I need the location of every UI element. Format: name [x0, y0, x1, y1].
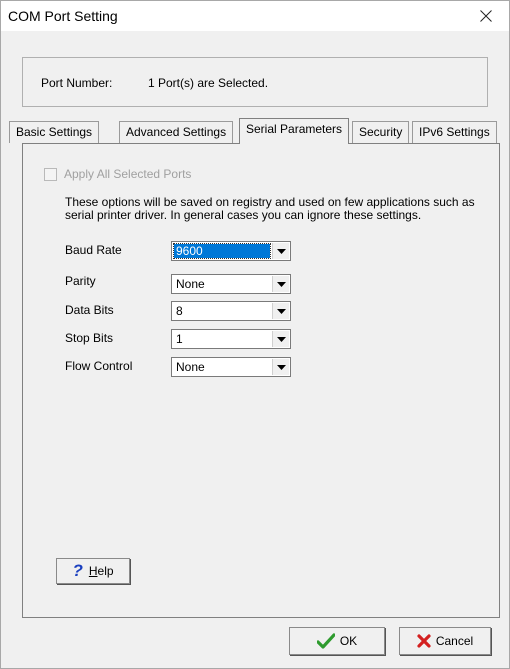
help-button[interactable]: ? Help [56, 558, 130, 584]
window-title: COM Port Setting [8, 8, 118, 24]
tab-label: Advanced Settings [126, 125, 227, 139]
tab-label: Security [359, 125, 403, 139]
dropdown-button[interactable] [272, 359, 289, 375]
tab-basic-settings[interactable]: Basic Settings [9, 121, 100, 143]
chevron-down-icon [276, 248, 286, 254]
port-number-group: Port Number: 1 Port(s) are Selected. [22, 57, 488, 107]
cancel-button[interactable]: Cancel [399, 627, 491, 655]
description-text: These options will be saved on registry … [65, 195, 475, 222]
title-bar: COM Port Setting [1, 1, 509, 31]
chevron-down-icon [276, 308, 286, 314]
parity-label: Parity [65, 274, 96, 288]
help-question-icon: ? [72, 561, 83, 580]
apply-all-checkbox[interactable] [44, 167, 57, 181]
ok-label: OK [339, 634, 358, 648]
data-bits-value: 8 [176, 304, 183, 318]
tab-advanced-settings[interactable]: Advanced Settings [119, 121, 234, 143]
ok-button[interactable]: OK [289, 627, 385, 655]
flow-control-select[interactable]: None [171, 357, 291, 377]
help-button-label: Help [89, 564, 114, 578]
dropdown-button[interactable] [272, 331, 289, 347]
x-icon [417, 634, 431, 648]
flow-control-label: Flow Control [65, 359, 133, 373]
parity-value: None [176, 277, 205, 291]
parity-select[interactable]: None [171, 274, 291, 294]
cancel-label: Cancel [435, 634, 474, 648]
port-number-label: Port Number: [41, 76, 113, 90]
chevron-down-icon [276, 364, 286, 370]
chevron-down-icon [276, 336, 286, 342]
tab-ipv6-settings[interactable]: IPv6 Settings [412, 121, 497, 143]
com-port-setting-dialog: COM Port Setting Port Number: 1 Port(s) … [0, 0, 510, 669]
tab-label: IPv6 Settings [419, 125, 490, 139]
data-bits-label: Data Bits [65, 303, 114, 317]
stop-bits-label: Stop Bits [65, 331, 114, 345]
port-number-value: 1 Port(s) are Selected. [148, 76, 269, 90]
serial-parameters-panel: Apply All Selected Ports These options w… [22, 143, 500, 618]
tab-label: Serial Parameters [246, 122, 343, 136]
close-button[interactable] [463, 1, 509, 31]
help-accelerator: H [88, 564, 98, 578]
checkmark-icon [316, 633, 335, 649]
apply-all-label: Apply All Selected Ports [64, 167, 192, 181]
tab-serial-parameters[interactable]: Serial Parameters [239, 118, 350, 144]
stop-bits-value: 1 [176, 332, 183, 346]
help-label-rest: elp [97, 564, 114, 578]
chevron-down-icon [276, 281, 286, 287]
baud-rate-select[interactable]: 9600 [171, 241, 291, 261]
apply-all-checkbox-row[interactable]: Apply All Selected Ports [44, 167, 191, 181]
baud-rate-label: Baud Rate [65, 243, 122, 257]
tab-security[interactable]: Security [352, 121, 410, 143]
dropdown-button[interactable] [272, 303, 289, 319]
flow-control-value: None [176, 360, 205, 374]
stop-bits-select[interactable]: 1 [171, 329, 291, 349]
dropdown-button[interactable] [272, 243, 289, 259]
close-icon [480, 10, 492, 22]
data-bits-select[interactable]: 8 [171, 301, 291, 321]
baud-rate-value: 9600 [173, 243, 271, 259]
dropdown-button[interactable] [272, 276, 289, 292]
tab-label: Basic Settings [16, 125, 93, 139]
